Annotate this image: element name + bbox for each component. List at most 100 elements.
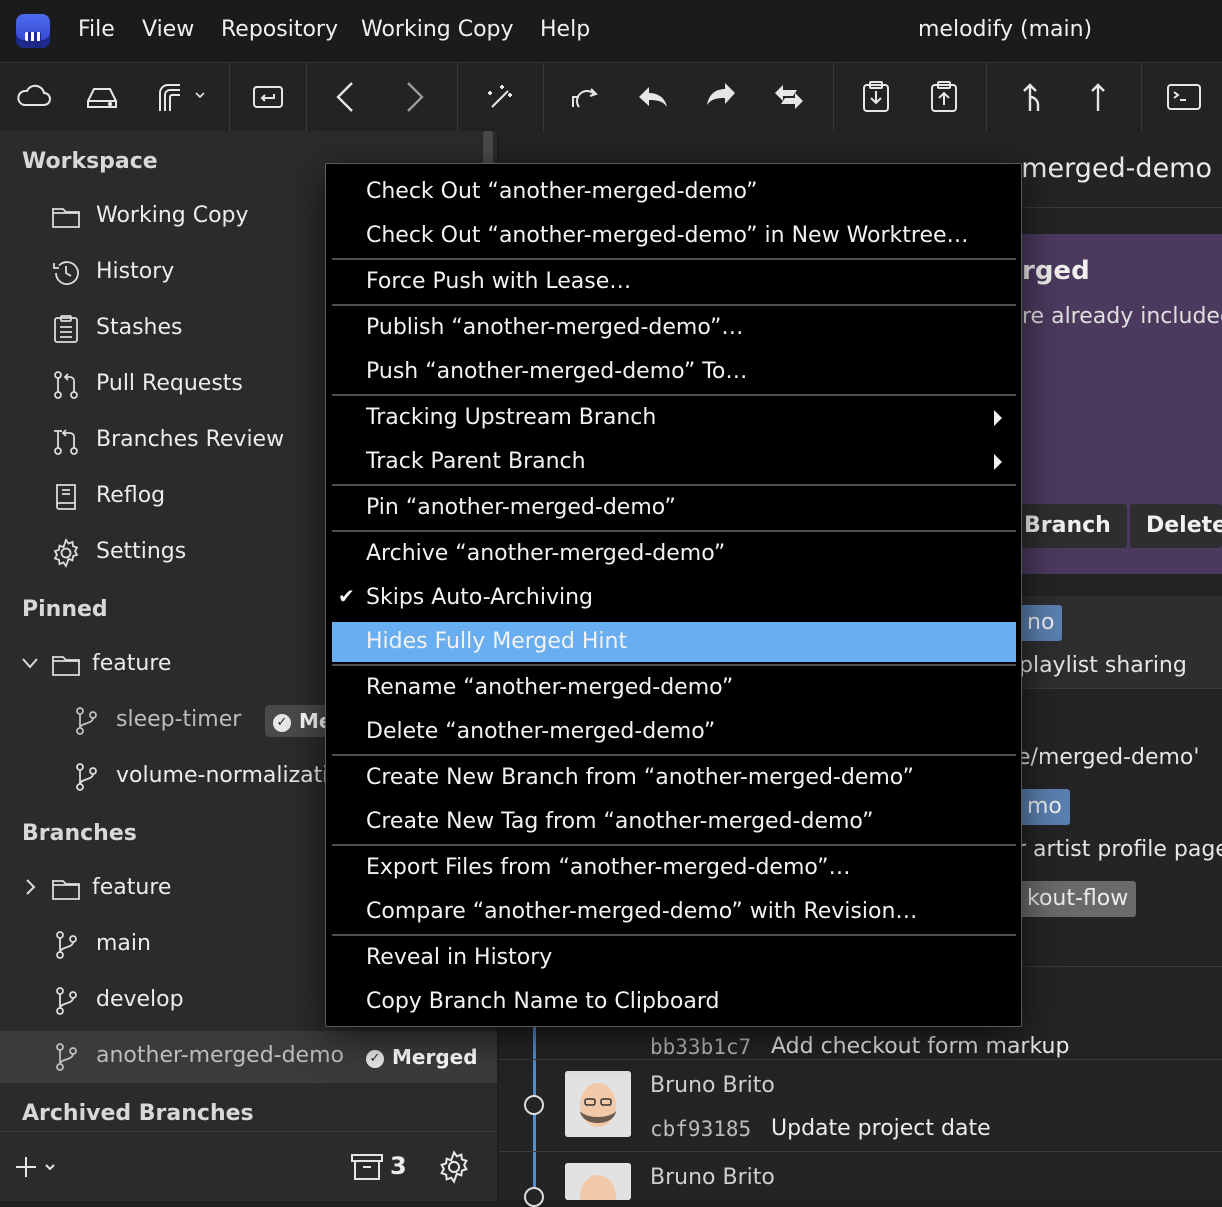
menu-item-label: Force Push with Lease… (366, 269, 632, 294)
menu-item-label: Push “another-merged-demo” To… (366, 359, 748, 384)
menu-view[interactable]: View (142, 17, 194, 42)
checkout-icon[interactable] (248, 77, 288, 117)
commit-author: Bruno Brito (650, 1165, 775, 1190)
menu-item-archive[interactable]: Archive “another-merged-demo” (332, 534, 1016, 574)
branch-icon (50, 1041, 82, 1073)
undo-icon[interactable] (633, 77, 673, 117)
badge-label: Merged (392, 1045, 478, 1069)
branches-review-icon (50, 425, 82, 457)
menu-repository[interactable]: Repository (221, 17, 338, 42)
gear-icon (50, 537, 82, 569)
menu-item-delete[interactable]: Delete “another-merged-demo” (332, 712, 1016, 752)
clipboard-icon (50, 313, 82, 345)
push-pull-icon[interactable] (565, 77, 605, 117)
cloud-icon[interactable] (14, 77, 54, 117)
banner-text: re already included (1022, 304, 1222, 329)
menu-separator (332, 394, 1016, 396)
commit-hash: cbf93185 (650, 1117, 752, 1141)
commit-row[interactable]: Bruno Brito cbf93185 Update project date (499, 1061, 1222, 1153)
menu-item-label: Hides Fully Merged Hint (366, 629, 628, 654)
branch-icon (50, 929, 82, 961)
branch-another-merged-demo[interactable]: another-merged-demo ✓ Merged (0, 1031, 497, 1083)
menu-item-copy-branch-name[interactable]: Copy Branch Name to Clipboard (332, 982, 1016, 1022)
archive-icon[interactable] (350, 1150, 384, 1184)
commit-node (524, 1187, 544, 1207)
menu-item-export-files[interactable]: Export Files from “another-merged-demo”… (332, 848, 1016, 888)
commit-message: Add checkout form markup (771, 1034, 1070, 1059)
menu-item-skips-auto-archiving[interactable]: ✔ Skips Auto-Archiving (332, 578, 1016, 618)
menu-item-force-push[interactable]: Force Push with Lease… (332, 262, 1016, 302)
menu-item-label: Reveal in History (366, 945, 553, 970)
folder-label: feature (92, 875, 172, 900)
menu-separator (332, 484, 1016, 486)
pull-request-icon (50, 369, 82, 401)
menu-separator (332, 304, 1016, 306)
menu-item-tracking-upstream[interactable]: Tracking Upstream Branch (332, 398, 1016, 438)
menu-item-pin[interactable]: Pin “another-merged-demo” (332, 488, 1016, 528)
menu-item-rename[interactable]: Rename “another-merged-demo” (332, 668, 1016, 708)
stash-apply-icon[interactable] (924, 77, 964, 117)
menu-item-label: Delete “another-merged-demo” (366, 719, 716, 744)
gear-icon[interactable] (436, 1149, 472, 1185)
sync-icon[interactable] (769, 77, 809, 117)
chevron-down-icon[interactable] (20, 653, 40, 673)
forward-icon[interactable] (394, 77, 434, 117)
terminal-icon[interactable] (1164, 77, 1204, 117)
menu-separator (332, 258, 1016, 260)
menu-item-compare[interactable]: Compare “another-merged-demo” with Revis… (332, 892, 1016, 932)
menu-item-track-parent[interactable]: Track Parent Branch (332, 442, 1016, 482)
menu-working-copy[interactable]: Working Copy (361, 17, 514, 42)
menu-file[interactable]: File (78, 17, 115, 42)
commit-message: playlist sharing (1019, 653, 1187, 678)
menu-item-label: Check Out “another-merged-demo” in New W… (366, 223, 969, 248)
drive-icon[interactable] (82, 77, 122, 117)
menu-item-label: Create New Branch from “another-merged-d… (366, 765, 914, 790)
menu-item-hides-merged-hint[interactable]: Hides Fully Merged Hint (332, 622, 1016, 662)
window-title: melodify (main) (918, 17, 1093, 42)
commit-message: e/merged-demo' (1017, 745, 1200, 770)
avatar (565, 1071, 631, 1137)
branch-label: develop (96, 987, 184, 1012)
redo-icon[interactable] (701, 77, 741, 117)
menu-item-label: Archive “another-merged-demo” (366, 541, 726, 566)
sidebar-item-label: Branches Review (96, 427, 285, 452)
sidebar-item-label: Reflog (96, 483, 166, 508)
menu-item-create-tag[interactable]: Create New Tag from “another-merged-demo… (332, 802, 1016, 842)
menu-item-label: Compare “another-merged-demo” with Revis… (366, 899, 918, 924)
menu-item-reveal-history[interactable]: Reveal in History (332, 938, 1016, 978)
branch-tag: kout-flow (1019, 881, 1137, 917)
menu-item-label: Copy Branch Name to Clipboard (366, 989, 720, 1014)
commit-author: Bruno Brito (650, 1073, 775, 1098)
folder-label: feature (92, 651, 172, 676)
section-archived-branches: Archived Branches (22, 1101, 254, 1126)
back-icon[interactable] (326, 77, 366, 117)
menu-item-check-out-worktree[interactable]: Check Out “another-merged-demo” in New W… (332, 216, 1016, 256)
merge-icon[interactable] (1010, 77, 1050, 117)
commit-message: Update project date (771, 1116, 991, 1141)
branch-icon (70, 705, 102, 737)
merged-badge: ✓ Merged (358, 1041, 486, 1073)
menu-item-publish[interactable]: Publish “another-merged-demo”… (332, 308, 1016, 348)
chevron-right-icon[interactable] (20, 877, 40, 897)
magic-icon[interactable] (480, 77, 520, 117)
section-workspace: Workspace (22, 149, 158, 174)
add-icon[interactable] (14, 1152, 62, 1182)
menu-item-create-branch[interactable]: Create New Branch from “another-merged-d… (332, 758, 1016, 798)
menu-item-push-to[interactable]: Push “another-merged-demo” To… (332, 352, 1016, 392)
push-up-icon[interactable] (1078, 77, 1118, 117)
menu-item-check-out[interactable]: Check Out “another-merged-demo” (332, 172, 1016, 212)
context-menu: Check Out “another-merged-demo” Check Ou… (325, 163, 1022, 1027)
toolbar (0, 62, 1222, 132)
app-icon[interactable] (16, 14, 50, 48)
menu-separator (332, 530, 1016, 532)
branch-title: -merged-demo (1011, 153, 1212, 184)
branch-button[interactable]: Branch (1022, 504, 1127, 548)
menu-item-label: Publish “another-merged-demo”… (366, 315, 744, 340)
remote-icon[interactable] (152, 77, 212, 117)
submenu-arrow-icon (994, 410, 1002, 426)
menu-help[interactable]: Help (540, 17, 590, 42)
stash-save-icon[interactable] (856, 77, 896, 117)
check-icon: ✓ (366, 1050, 384, 1068)
commit-row[interactable]: Bruno Brito (499, 1153, 1222, 1207)
delete-button[interactable]: Delete (1130, 504, 1222, 548)
